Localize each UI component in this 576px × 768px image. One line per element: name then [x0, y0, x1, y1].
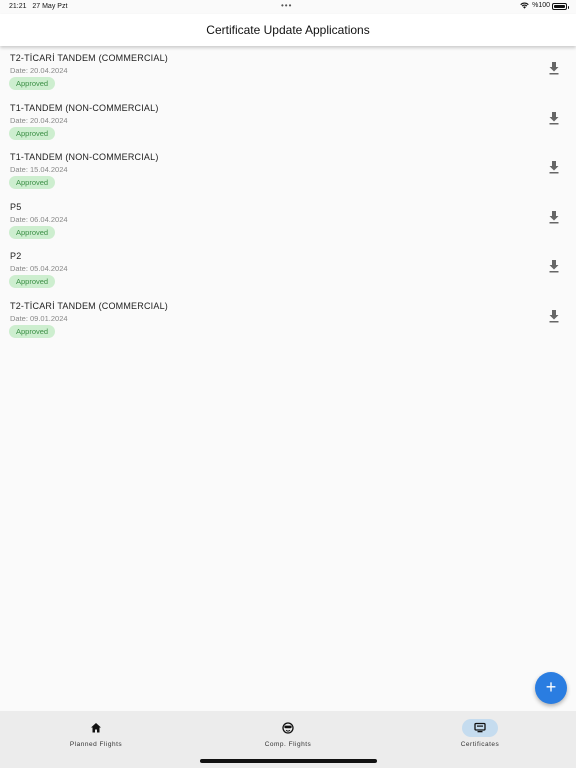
list-item[interactable]: P2 Date: 05.04.2024 Approved: [0, 245, 576, 295]
list-item[interactable]: T1-TANDEM (NON-COMMERCIAL) Date: 15.04.2…: [0, 146, 576, 196]
status-bar: 21:21 27 May Pzt ••• %100: [0, 0, 576, 14]
add-application-button[interactable]: +: [535, 672, 567, 704]
list-item[interactable]: T1-TANDEM (NON-COMMERCIAL) Date: 20.04.2…: [0, 97, 576, 147]
pilot-icon: [282, 722, 294, 734]
wifi-icon: [520, 2, 529, 9]
application-date: Date: 06.04.2024: [10, 214, 68, 224]
battery-icon: [552, 3, 569, 10]
page-title: Certificate Update Applications: [206, 23, 370, 37]
application-date: Date: 09.01.2024: [10, 313, 68, 323]
certificate-title: T1-TANDEM (NON-COMMERCIAL): [10, 102, 159, 113]
application-date: Date: 20.04.2024: [10, 115, 68, 125]
nav-active-indicator: [462, 719, 498, 737]
status-badge: Approved: [9, 275, 56, 288]
plus-icon: +: [545, 677, 557, 697]
battery-percent: %100: [532, 2, 550, 9]
status-badge: Approved: [9, 77, 56, 90]
application-list: T2-TİCARİ TANDEM (COMMERCIAL) Date: 20.0…: [0, 47, 576, 344]
application-date: Date: 20.04.2024: [10, 66, 68, 75]
download-icon[interactable]: [548, 259, 560, 273]
status-badge: Approved: [9, 176, 56, 189]
application-date: Date: 05.04.2024: [10, 264, 68, 273]
list-item[interactable]: T2-TİCARİ TANDEM (COMMERCIAL) Date: 20.0…: [0, 47, 576, 97]
home-indicator[interactable]: [200, 759, 377, 763]
nav-label: Comp. Flights: [264, 741, 312, 748]
status-badge: Approved: [9, 225, 56, 239]
list-item[interactable]: P5 Date: 06.04.2024 Approved: [0, 196, 576, 246]
nav-item-planned-flights[interactable]: Planned Flights: [36, 719, 156, 748]
nav-item-comp-flights[interactable]: Comp. Flights: [228, 719, 348, 748]
application-date: Date: 15.04.2024: [10, 165, 68, 174]
download-icon[interactable]: [548, 111, 560, 125]
download-icon[interactable]: [548, 61, 560, 75]
status-right: %100: [520, 2, 550, 9]
nav-label: Certificates: [460, 741, 500, 748]
download-icon[interactable]: [548, 210, 560, 224]
list-item[interactable]: T2-TİCARİ TANDEM (COMMERCIAL) Date: 09.0…: [0, 295, 576, 345]
certificate-title: T1-TANDEM (NON-COMMERCIAL): [10, 152, 159, 162]
certificate-title: T2-TİCARİ TANDEM (COMMERCIAL): [10, 53, 168, 63]
multitasking-dots[interactable]: •••: [281, 1, 292, 10]
home-icon: [91, 723, 101, 733]
status-time: 21:21 27 May Pzt: [9, 3, 68, 10]
nav-item-certificates[interactable]: Certificates: [420, 719, 540, 748]
certificate-title: P5: [10, 201, 22, 212]
nav-label: Planned Flights: [69, 741, 123, 748]
certificate-title: T2-TİCARİ TANDEM (COMMERCIAL): [10, 300, 168, 311]
status-badge: Approved: [9, 324, 56, 338]
status-badge: Approved: [9, 126, 56, 140]
download-icon[interactable]: [548, 309, 560, 323]
app-bar: Certificate Update Applications: [0, 14, 576, 46]
download-icon[interactable]: [548, 160, 560, 174]
certificate-title: P2: [10, 251, 22, 261]
certificate-icon: [474, 722, 486, 733]
